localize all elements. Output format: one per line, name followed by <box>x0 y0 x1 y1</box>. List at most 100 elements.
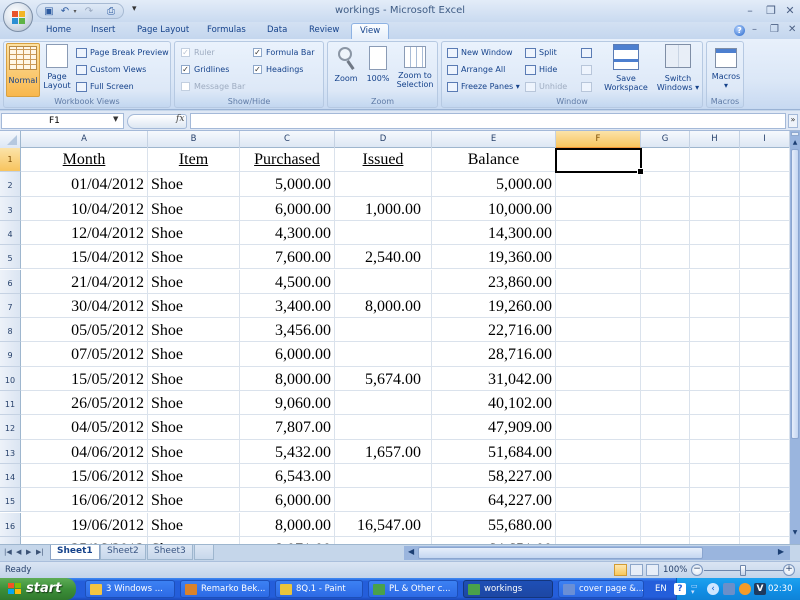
cell-a3[interactable]: 10/04/2012 <box>21 196 148 221</box>
cell-c2[interactable]: 5,000.00 <box>240 172 335 197</box>
taskbar-item-remarko-bek[interactable]: Remarko Bek... <box>180 580 270 598</box>
formula-input[interactable] <box>190 113 786 129</box>
custom-views-button[interactable]: Custom Views <box>76 63 146 76</box>
cell-b5[interactable]: Shoe <box>148 245 240 270</box>
office-button[interactable] <box>3 2 33 32</box>
cell-a14[interactable]: 15/06/2012 <box>21 463 148 489</box>
column-header-d[interactable]: D <box>335 131 432 148</box>
cell-d4[interactable] <box>335 220 432 246</box>
macros-button[interactable]: Macros ▾ <box>709 48 743 90</box>
cell-e12[interactable]: 47,909.00 <box>432 415 556 440</box>
cell-h9[interactable] <box>690 342 740 367</box>
cell-a17[interactable]: 25/06/2012 <box>21 536 148 544</box>
cell-g6[interactable] <box>641 269 690 294</box>
sheet-tab-sheet2[interactable]: Sheet2 <box>100 545 146 560</box>
column-header-h[interactable]: H <box>690 131 740 148</box>
cell-a15[interactable]: 16/06/2012 <box>21 488 148 513</box>
cell-b14[interactable]: Shoe <box>148 463 240 489</box>
prev-sheet-icon[interactable]: ◀ <box>16 548 21 556</box>
ruler-checkbox[interactable]: ✓ Ruler <box>181 46 215 59</box>
cell-e9[interactable]: 28,716.00 <box>432 342 556 367</box>
view-side-by-side-button[interactable] <box>581 46 595 59</box>
doc-close-button[interactable]: ✕ <box>788 24 796 35</box>
cell-c16[interactable]: 8,000.00 <box>240 512 335 537</box>
cell-e10[interactable]: 31,042.00 <box>432 366 556 391</box>
cell-h11[interactable] <box>690 391 740 416</box>
cell-a16[interactable]: 19/06/2012 <box>21 512 148 537</box>
cell-a7[interactable]: 30/04/2012 <box>21 293 148 319</box>
cell-h8[interactable] <box>690 318 740 343</box>
sheet-tab-sheet3[interactable]: Sheet3 <box>147 545 193 560</box>
row-header-16[interactable]: 16 <box>0 512 21 537</box>
column-header-g[interactable]: G <box>641 131 690 148</box>
cell-c15[interactable]: 6,000.00 <box>240 488 335 513</box>
cell-f17[interactable] <box>556 536 641 544</box>
cell-c17[interactable]: 8,071.00 <box>240 536 335 544</box>
normal-view-status-button[interactable] <box>614 564 627 576</box>
cell-i4[interactable] <box>740 220 790 246</box>
cell-g11[interactable] <box>641 391 690 416</box>
restore-langbar-icon[interactable]: ▭ ▾ <box>691 583 699 596</box>
cell-f13[interactable] <box>556 439 641 464</box>
cell-e2[interactable]: 5,000.00 <box>432 172 556 197</box>
row-header-1[interactable]: 1 <box>0 148 21 173</box>
split-box[interactable] <box>791 132 799 136</box>
row-header-17[interactable]: 17 <box>0 536 21 544</box>
cell-e4[interactable]: 14,300.00 <box>432 220 556 246</box>
cell-d8[interactable] <box>335 318 432 343</box>
cell-i8[interactable] <box>740 318 790 343</box>
first-sheet-icon[interactable]: |◀ <box>4 548 12 556</box>
scroll-down-icon[interactable]: ▼ <box>790 529 800 541</box>
row-header-8[interactable]: 8 <box>0 318 21 343</box>
row-header-6[interactable]: 6 <box>0 269 21 294</box>
cell-c7[interactable]: 3,400.00 <box>240 293 335 319</box>
taskbar-item-pl-other-c[interactable]: PL & Other c... <box>368 580 458 598</box>
tab-page-layout[interactable]: Page Layout <box>137 25 189 35</box>
cell-g12[interactable] <box>641 415 690 440</box>
cell-b12[interactable]: Shoe <box>148 415 240 440</box>
cell-b8[interactable]: Shoe <box>148 318 240 343</box>
cell-d16[interactable]: 16,547.00 <box>335 512 432 537</box>
cell-d15[interactable] <box>335 488 432 513</box>
cell-g16[interactable] <box>641 512 690 537</box>
cell-a12[interactable]: 04/05/2012 <box>21 415 148 440</box>
cell-f15[interactable] <box>556 488 641 513</box>
cell-i10[interactable] <box>740 366 790 391</box>
cell-i3[interactable] <box>740 196 790 221</box>
cell-i7[interactable] <box>740 293 790 319</box>
zoom-slider-thumb[interactable] <box>740 565 746 576</box>
message-bar-checkbox[interactable]: Message Bar <box>181 80 245 93</box>
horizontal-scroll-thumb[interactable] <box>418 547 703 559</box>
cell-e3[interactable]: 10,000.00 <box>432 196 556 221</box>
cell-i17[interactable] <box>740 536 790 544</box>
messenger-tray-icon[interactable] <box>739 583 751 595</box>
cell-d1[interactable]: Issued <box>335 148 432 173</box>
cell-g17[interactable] <box>641 536 690 544</box>
row-header-9[interactable]: 9 <box>0 342 21 367</box>
freeze-panes-button[interactable]: Freeze Panes ▾ <box>447 80 520 93</box>
cell-f14[interactable] <box>556 463 641 489</box>
cell-d14[interactable] <box>335 463 432 489</box>
save-workspace-button[interactable]: Save Workspace <box>602 44 650 92</box>
help-icon[interactable]: ? <box>734 25 745 36</box>
show-hidden-icons-button[interactable]: ‹ <box>707 583 719 595</box>
cell-a6[interactable]: 21/04/2012 <box>21 269 148 294</box>
cell-f11[interactable] <box>556 391 641 416</box>
split-button[interactable]: Split <box>525 46 557 59</box>
cell-a4[interactable]: 12/04/2012 <box>21 220 148 246</box>
cell-c14[interactable]: 6,543.00 <box>240 463 335 489</box>
zoom-to-selection-button[interactable]: Zoom to Selection <box>394 46 436 89</box>
cell-h5[interactable] <box>690 245 740 270</box>
insert-sheet-icon[interactable] <box>194 545 214 560</box>
language-indicator[interactable]: EN <box>655 584 667 594</box>
cell-c1[interactable]: Purchased <box>240 148 335 173</box>
tab-home[interactable]: Home <box>46 25 71 35</box>
cell-c11[interactable]: 9,060.00 <box>240 391 335 416</box>
row-header-5[interactable]: 5 <box>0 245 21 270</box>
name-box-dropdown-icon[interactable]: ▼ <box>113 115 118 123</box>
cell-g8[interactable] <box>641 318 690 343</box>
column-header-f[interactable]: F <box>556 131 641 148</box>
reset-window-position-button[interactable] <box>581 80 595 93</box>
cell-h3[interactable] <box>690 196 740 221</box>
row-header-10[interactable]: 10 <box>0 366 21 391</box>
